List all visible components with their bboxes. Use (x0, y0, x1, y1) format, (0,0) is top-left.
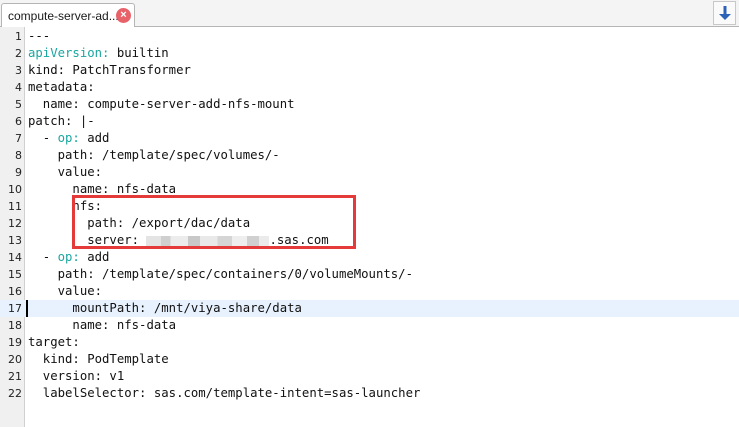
line-number: 18 (8, 319, 22, 332)
line-number: 19 (8, 336, 22, 349)
code-text: kind: PodTemplate (28, 352, 169, 366)
code-line[interactable]: 19 target: (0, 334, 739, 351)
line-number: 20 (8, 353, 22, 366)
code-line[interactable]: 6 patch: |- (0, 113, 739, 130)
line-number: 2 (15, 47, 22, 60)
code-text: path: /template/spec/volumes/- (28, 148, 280, 162)
code-editor[interactable]: 1 --- 2 apiVersion: builtin 3 kind: PatchTran… (0, 27, 739, 427)
line-number: 6 (15, 115, 22, 128)
code-line[interactable]: 9 value: (0, 164, 739, 181)
line-number: 16 (8, 285, 22, 298)
code-text: value: (28, 165, 103, 179)
code-line[interactable]: 1 --- (0, 28, 739, 45)
line-number: 22 (8, 387, 22, 400)
code-text: labelSelector: sas.com/template-intent=s… (28, 386, 421, 400)
line-number: 12 (8, 217, 22, 230)
line-number: 10 (8, 183, 22, 196)
code-line[interactable]: 20 kind: PodTemplate (0, 351, 739, 368)
line-number: 1 (15, 30, 22, 43)
code-text: - op: add (28, 250, 110, 264)
code-text: target: (28, 335, 80, 349)
tab-title: compute-server-ad... (8, 9, 119, 23)
code-text: path: /template/spec/containers/0/volume… (28, 267, 413, 281)
code-line[interactable]: 2 apiVersion: builtin (0, 45, 739, 62)
yaml-key: apiVersion: (28, 46, 110, 60)
line-number: 9 (15, 166, 22, 179)
line-number: 5 (15, 98, 22, 111)
line-number: 8 (15, 149, 22, 162)
code-line[interactable]: 5 name: compute-server-add-nfs-mount (0, 96, 739, 113)
code-line[interactable]: 4 metadata: (0, 79, 739, 96)
line-number: 13 (8, 234, 22, 247)
code-line[interactable]: 18 name: nfs-data (0, 317, 739, 334)
line-number: 3 (15, 64, 22, 77)
code-text: name: nfs-data (28, 318, 177, 332)
code-text: mountPath: /mnt/viya-share/data (28, 301, 302, 315)
code-line[interactable]: 3 kind: PatchTransformer (0, 62, 739, 79)
code-line[interactable]: 7 - op: add (0, 130, 739, 147)
line-number: 15 (8, 268, 22, 281)
code-text: --- (28, 29, 51, 43)
arrow-down-icon (719, 6, 731, 20)
code-line[interactable]: 22 labelSelector: sas.com/template-inten… (0, 385, 739, 402)
yaml-key: op: (57, 250, 80, 264)
code-text: patch: |- (28, 114, 95, 128)
line-number: 4 (15, 81, 22, 94)
code-text: metadata: (28, 80, 95, 94)
line-number: 7 (15, 132, 22, 145)
tab-compute-server-add-nfs[interactable]: compute-server-ad... × (1, 3, 135, 27)
nfs-highlight-box (72, 195, 356, 249)
line-number: 11 (8, 200, 22, 213)
code-text: value: (28, 284, 103, 298)
code-line[interactable]: 15 path: /template/spec/containers/0/vol… (0, 266, 739, 283)
tab-bar: compute-server-ad... × (0, 0, 739, 27)
code-text: name: compute-server-add-nfs-mount (28, 97, 295, 111)
code-text: version: v1 (28, 369, 125, 383)
yaml-key: op: (57, 131, 80, 145)
scroll-down-button[interactable] (713, 1, 736, 25)
line-number: 21 (8, 370, 22, 383)
line-number: 14 (8, 251, 22, 264)
code-text: apiVersion: builtin (28, 46, 169, 60)
code-line[interactable]: 16 value: (0, 283, 739, 300)
close-icon[interactable]: × (116, 8, 131, 23)
code-text: kind: PatchTransformer (28, 63, 191, 77)
code-line[interactable]: 21 version: v1 (0, 368, 739, 385)
code-line[interactable]: 17 mountPath: /mnt/viya-share/data (0, 300, 739, 317)
code-line[interactable]: 14 - op: add (0, 249, 739, 266)
line-number: 17 (8, 302, 22, 315)
code-line[interactable]: 8 path: /template/spec/volumes/- (0, 147, 739, 164)
code-text: - op: add (28, 131, 110, 145)
